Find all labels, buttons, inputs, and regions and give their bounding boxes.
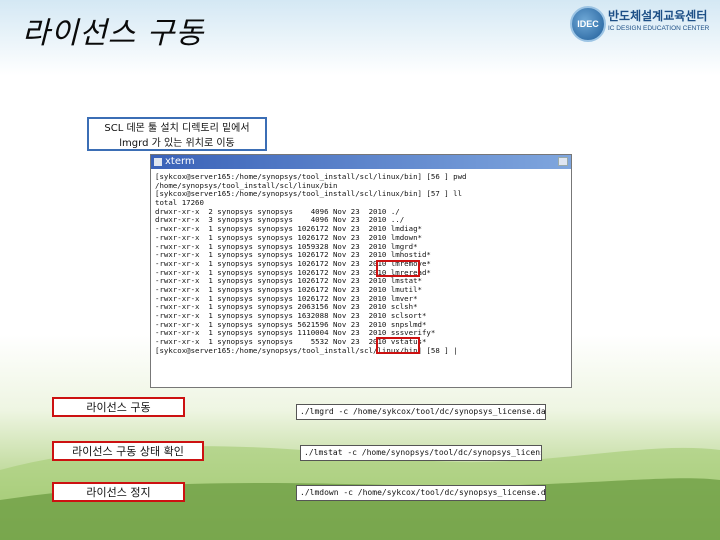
terminal-line: [sykcox@server165:/home/synopsys/tool_in…: [155, 345, 458, 355]
minimize-button[interactable]: [558, 157, 568, 166]
note-line-2: lmgrd 가 있는 위치로 이동: [119, 138, 235, 149]
terminal-output[interactable]: [sykcox@server165:/home/synopsys/tool_in…: [151, 169, 571, 355]
lmgrd-highlight: [376, 260, 420, 277]
license-start-command: ./lmgrd -c /home/sykcox/tool/dc/synopsys…: [296, 404, 546, 420]
logo-name: 반도체설계교육센터: [608, 9, 708, 23]
xterm-title: xterm: [165, 156, 195, 167]
license-status-command: ./lmstat -c /home/synopsys/tool/dc/synop…: [300, 445, 542, 461]
xterm-titlebar[interactable]: xterm: [151, 155, 571, 169]
license-start-command-text: ./lmgrd -c /home/sykcox/tool/dc/synopsys…: [300, 407, 546, 416]
license-stop-command: ./lmdown -c /home/sykcox/tool/dc/synopsy…: [296, 485, 546, 501]
license-start-button[interactable]: 라이선스 구동: [52, 397, 185, 417]
instruction-note: SCL 데몬 툴 설치 디렉토리 밑에서 lmgrd 가 있는 위치로 이동: [87, 117, 267, 151]
license-stop-command-text: ./lmdown -c /home/sykcox/tool/dc/synopsy…: [300, 488, 546, 497]
license-status-button[interactable]: 라이선스 구동 상태 확인: [52, 441, 204, 461]
idec-logo: IDEC 반도체설계교육센터 IC DESIGN EDUCATION CENTE…: [570, 6, 715, 42]
terminal-line: [sykcox@server165:/home/synopsys/tool_in…: [155, 189, 463, 199]
logo-subtitle: IC DESIGN EDUCATION CENTER: [608, 25, 710, 32]
xterm-window[interactable]: xterm [sykcox@server165:/home/synopsys/t…: [150, 154, 572, 388]
snpslmd-highlight: [376, 337, 420, 354]
terminal-icon: [154, 158, 162, 166]
logo-mark-icon: IDEC: [570, 6, 606, 42]
license-stop-button[interactable]: 라이선스 정지: [52, 482, 185, 502]
note-line-1: SCL 데몬 툴 설치 디렉토리 밑에서: [104, 123, 250, 134]
slide-title: 라이선스 구동: [22, 16, 205, 51]
